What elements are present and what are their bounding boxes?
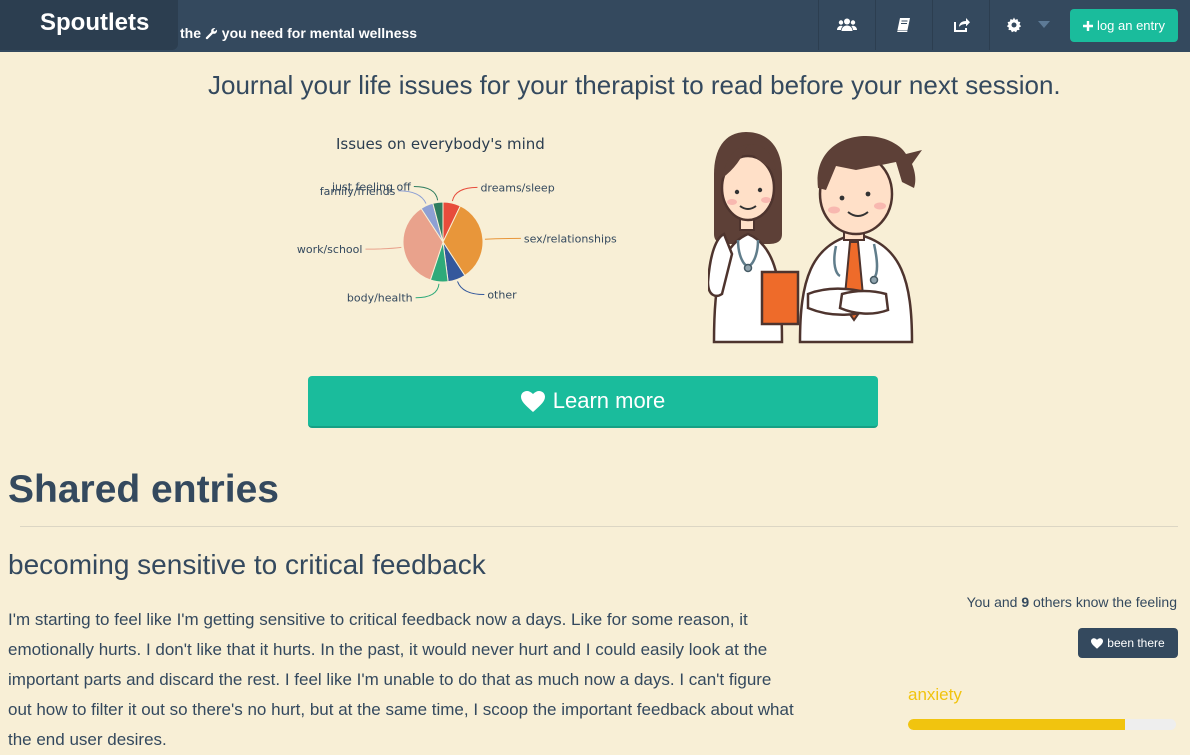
tagline-pre: the: [180, 25, 201, 41]
feeling-pre: You and: [966, 594, 1018, 610]
chevron-down-icon[interactable]: [1038, 21, 1050, 28]
pie-leader-line: [415, 283, 440, 299]
tagline: the you need for mental wellness: [180, 25, 417, 41]
pie-label: other: [487, 289, 517, 302]
pie-label: dreams/sleep: [480, 181, 554, 194]
pie-leader-line: [365, 246, 402, 250]
gear-icon: [1006, 17, 1022, 33]
pie-label: work/school: [297, 243, 363, 256]
feeling-post: others know the feeling: [1033, 594, 1177, 610]
tag-label[interactable]: anxiety: [908, 685, 962, 705]
entry-title[interactable]: becoming sensitive to critical feedback: [8, 549, 486, 581]
pie-leader-line: [457, 281, 485, 296]
divider: [20, 526, 1178, 527]
journal-button[interactable]: [875, 0, 932, 50]
share-button[interactable]: [932, 0, 989, 50]
chart-title: Issues on everybody's mind: [336, 135, 545, 153]
wrench-icon: [205, 27, 217, 40]
been-there-label: been there: [1107, 636, 1165, 650]
entry-body: I'm starting to feel like I'm getting se…: [8, 610, 794, 749]
heart-icon: [520, 390, 545, 412]
share-icon: [953, 18, 970, 32]
learn-more-label: Learn more: [552, 388, 666, 413]
plus-icon: [1083, 20, 1094, 31]
book-icon: [897, 18, 910, 32]
pie-leader-line: [413, 185, 439, 201]
pie-label: sex/relationships: [524, 232, 617, 245]
tag-level-fill: [908, 719, 1126, 730]
pie-leader-line: [451, 186, 478, 202]
pie-label: body/health: [347, 292, 413, 305]
issues-pie-chart: dreams/sleep sex/relationships other body/h…: [297, 180, 617, 305]
heart-icon: [1091, 637, 1104, 649]
doctors-illustration: [708, 132, 922, 344]
hero-headline: Journal your life issues for your therap…: [208, 70, 1061, 100]
brand-box[interactable]: Spoutlets: [0, 0, 178, 50]
brand-logo[interactable]: Spoutlets: [40, 9, 149, 37]
tag-level-bar: [908, 719, 1176, 730]
learn-more-button[interactable]: Learn more: [308, 376, 878, 428]
navbar: Spoutlets the you need for mental wellne…: [0, 0, 1190, 52]
community-button[interactable]: [818, 0, 875, 50]
shared-entries-heading: Shared entries: [8, 468, 279, 511]
pie-label: just feeling off: [331, 180, 411, 193]
feeling-count-text: You and 9 others know the feeling: [967, 594, 1177, 610]
users-icon: [837, 18, 857, 31]
log-entry-button[interactable]: log an entry: [1070, 9, 1178, 42]
tagline-post: you need for mental wellness: [221, 25, 418, 41]
been-there-button[interactable]: been there: [1078, 628, 1178, 658]
feeling-count: 9: [1021, 594, 1030, 610]
pie-leader-line: [484, 237, 521, 240]
log-entry-label: log an entry: [1097, 18, 1165, 33]
